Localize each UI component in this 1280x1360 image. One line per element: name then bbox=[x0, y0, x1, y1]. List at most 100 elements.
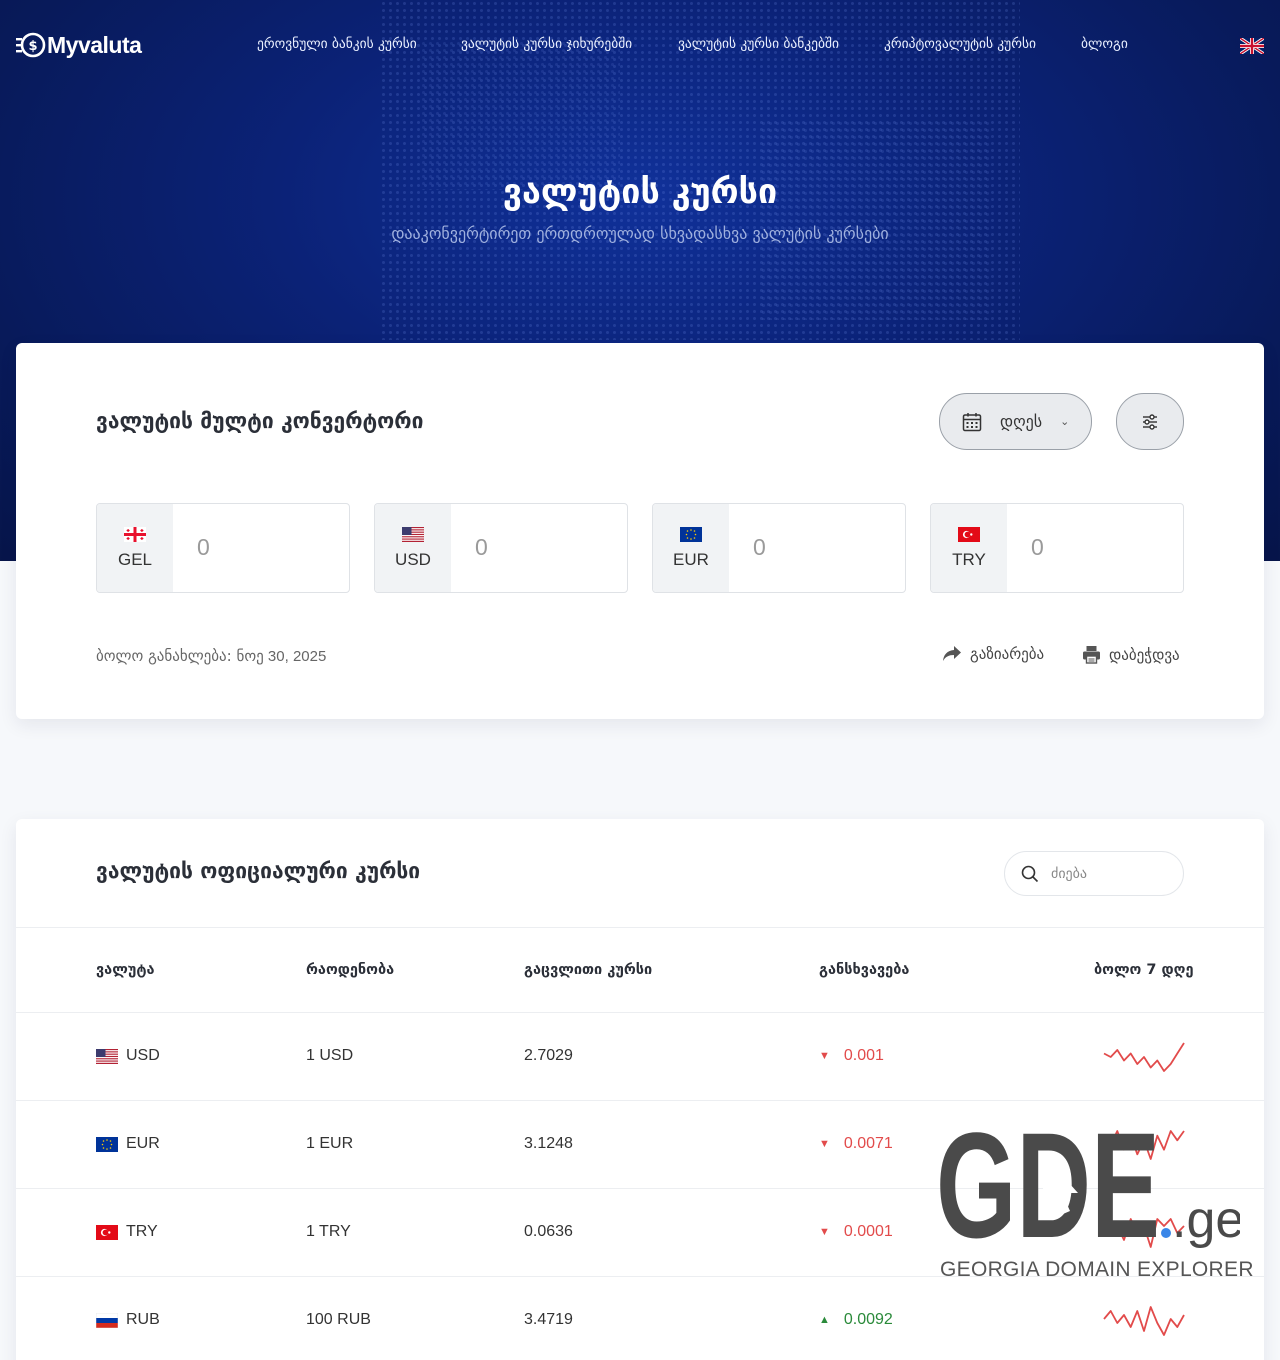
row-currency-code: RUB bbox=[126, 1311, 160, 1328]
rates-title: ვალუტის ოფიციალური კურსი bbox=[96, 859, 421, 883]
search-input[interactable] bbox=[1051, 865, 1161, 882]
page-subtitle: დააკონვერტირეთ ერთდროულად სხვადასხვა ვალ… bbox=[391, 224, 889, 243]
arrow-down-icon: ▼ bbox=[819, 1226, 830, 1238]
row-currency-code: TRY bbox=[126, 1223, 158, 1240]
currency-code: EUR bbox=[673, 549, 709, 569]
column-currency[interactable]: ვალუტა bbox=[96, 962, 155, 978]
row-difference-value: 0.0071 bbox=[843, 1135, 893, 1152]
last-updated: ბოლო განახლება: ნოე 30, 2025 bbox=[96, 647, 326, 665]
usa-flag-icon bbox=[402, 526, 424, 542]
date-select-label: დღეს bbox=[1000, 412, 1043, 431]
gde-tld: .ge bbox=[1172, 1191, 1240, 1249]
dot-icon bbox=[1161, 1228, 1171, 1238]
gde-logo: GDE .ge bbox=[936, 1101, 1244, 1269]
row-currency-code: EUR bbox=[126, 1135, 160, 1152]
amount-input[interactable]: 0 bbox=[475, 534, 488, 561]
share-button[interactable]: გაზიარება bbox=[942, 645, 1044, 663]
amount-input[interactable]: 0 bbox=[197, 534, 210, 561]
settings-filter-button[interactable] bbox=[1116, 393, 1184, 450]
row-difference: ▲ 0.0092 bbox=[819, 1311, 893, 1329]
converter-field-eur[interactable]: EUR 0 bbox=[652, 503, 906, 593]
converter-field-usd[interactable]: USD 0 bbox=[374, 503, 628, 593]
row-difference-value: 0.0001 bbox=[843, 1223, 893, 1240]
share-arrow-icon bbox=[943, 646, 961, 661]
print-button[interactable]: დაბეჭდვა bbox=[1082, 645, 1180, 664]
page-title: ვალუტის კურსი bbox=[502, 172, 778, 212]
svg-text:$: $ bbox=[28, 39, 37, 54]
calendar-icon bbox=[962, 412, 982, 431]
row-rate: 3.4719 bbox=[524, 1311, 573, 1328]
amount-input[interactable]: 0 bbox=[753, 534, 766, 561]
row-difference: ▼ 0.0001 bbox=[819, 1223, 893, 1241]
arrow-up-icon: ▲ bbox=[819, 1314, 830, 1326]
converter-field-gel[interactable]: GEL 0 bbox=[96, 503, 350, 593]
row-currency: USD bbox=[96, 1047, 160, 1065]
top-navigation: $ Myvaluta ეროვნული ბანკის კურსი ვალუტის… bbox=[0, 0, 1280, 92]
turkey-flag-icon bbox=[958, 526, 980, 542]
currency-selector[interactable]: USD bbox=[375, 504, 451, 592]
row-currency: TRY bbox=[96, 1223, 158, 1241]
row-rate: 3.1248 bbox=[524, 1135, 573, 1152]
sparkline-chart bbox=[1103, 1306, 1185, 1336]
nav-bank-rates[interactable]: ვალუტის კურსი ბანკებში bbox=[678, 36, 839, 52]
currency-selector[interactable]: TRY bbox=[931, 504, 1007, 592]
site-logo[interactable]: $ Myvaluta bbox=[16, 30, 142, 60]
search-icon bbox=[1021, 865, 1039, 882]
eu-flag-icon bbox=[680, 526, 702, 542]
multi-converter-card: ვალუტის მულტი კონვერტორი დღეს ⌄ GEL 0 US… bbox=[16, 343, 1264, 719]
currency-code: GEL bbox=[117, 549, 153, 569]
print-label: დაბეჭდვა bbox=[1109, 645, 1180, 664]
row-currency: EUR bbox=[96, 1135, 160, 1153]
rates-table-header: ვალუტა რაოდენობა გაცვლითი კურსი განსხვავ… bbox=[16, 927, 1264, 1013]
nav-crypto-rates[interactable]: კრიპტოვალუტის კურსი bbox=[884, 36, 1036, 52]
world-map-pattern bbox=[760, 120, 990, 320]
georgia-flag-icon bbox=[124, 526, 146, 542]
logo-text: Myvaluta bbox=[47, 31, 142, 58]
russia-flag-icon bbox=[96, 1312, 118, 1328]
currency-selector[interactable]: GEL bbox=[97, 504, 173, 592]
column-rate[interactable]: გაცვლითი კურსი bbox=[524, 962, 652, 978]
nav-national-bank-rate[interactable]: ეროვნული ბანკის კურსი bbox=[257, 36, 417, 52]
gde-watermark: GDE .ge GEORGIA DOMAIN EXPLORER bbox=[936, 1101, 1254, 1288]
search-box[interactable] bbox=[1004, 851, 1184, 896]
row-rate: 0.0636 bbox=[524, 1223, 573, 1240]
row-quantity: 1 USD bbox=[306, 1047, 354, 1064]
column-difference[interactable]: განსხვავება bbox=[819, 962, 909, 978]
converter-field-try[interactable]: TRY 0 bbox=[930, 503, 1184, 593]
row-rate: 2.7029 bbox=[524, 1047, 573, 1064]
row-difference: ▼ 0.0071 bbox=[819, 1135, 893, 1153]
row-currency: RUB bbox=[96, 1311, 160, 1329]
sparkline-chart bbox=[1103, 1042, 1185, 1072]
row-difference: ▼ 0.001 bbox=[819, 1047, 884, 1065]
converter-title: ვალუტის მულტი კონვერტორი bbox=[96, 409, 424, 433]
nav-blog[interactable]: ბლოგი bbox=[1081, 36, 1128, 52]
row-quantity: 100 RUB bbox=[306, 1311, 371, 1328]
row-quantity: 1 EUR bbox=[306, 1135, 354, 1152]
column-quantity[interactable]: რაოდენობა bbox=[306, 962, 394, 978]
nav-exchange-booths[interactable]: ვალუტის კურსი ჯიხურებში bbox=[461, 36, 632, 52]
share-label: გაზიარება bbox=[970, 645, 1045, 663]
usa-flag-icon bbox=[96, 1048, 118, 1064]
arrow-down-icon: ▼ bbox=[819, 1138, 830, 1150]
amount-input[interactable]: 0 bbox=[1031, 534, 1044, 561]
row-currency-code: USD bbox=[126, 1047, 160, 1064]
currency-selector[interactable]: EUR bbox=[653, 504, 729, 592]
turkey-flag-icon bbox=[96, 1224, 118, 1240]
arrow-down-icon: ▼ bbox=[819, 1050, 830, 1062]
uk-flag-icon[interactable] bbox=[1240, 38, 1264, 54]
printer-icon bbox=[1083, 646, 1100, 664]
row-difference-value: 0.001 bbox=[843, 1047, 884, 1064]
table-row[interactable]: USD 1 USD 2.7029 ▼ 0.001 bbox=[16, 1013, 1264, 1101]
dollar-coin-icon: $ bbox=[16, 32, 46, 58]
row-difference-value: 0.0092 bbox=[843, 1311, 893, 1328]
last-updated-label: ბოლო განახლება: bbox=[96, 647, 232, 665]
sparkline-line bbox=[1103, 1042, 1185, 1072]
sliders-icon bbox=[1143, 413, 1157, 430]
eu-flag-icon bbox=[96, 1136, 118, 1152]
sparkline-line bbox=[1103, 1306, 1185, 1336]
date-select-button[interactable]: დღეს ⌄ bbox=[939, 393, 1092, 450]
gde-tagline: GEORGIA DOMAIN EXPLORER bbox=[940, 1258, 1254, 1281]
chevron-down-icon: ⌄ bbox=[1060, 415, 1070, 428]
table-row[interactable]: RUB 100 RUB 3.4719 ▲ 0.0092 bbox=[16, 1277, 1264, 1360]
row-quantity: 1 TRY bbox=[306, 1223, 351, 1240]
